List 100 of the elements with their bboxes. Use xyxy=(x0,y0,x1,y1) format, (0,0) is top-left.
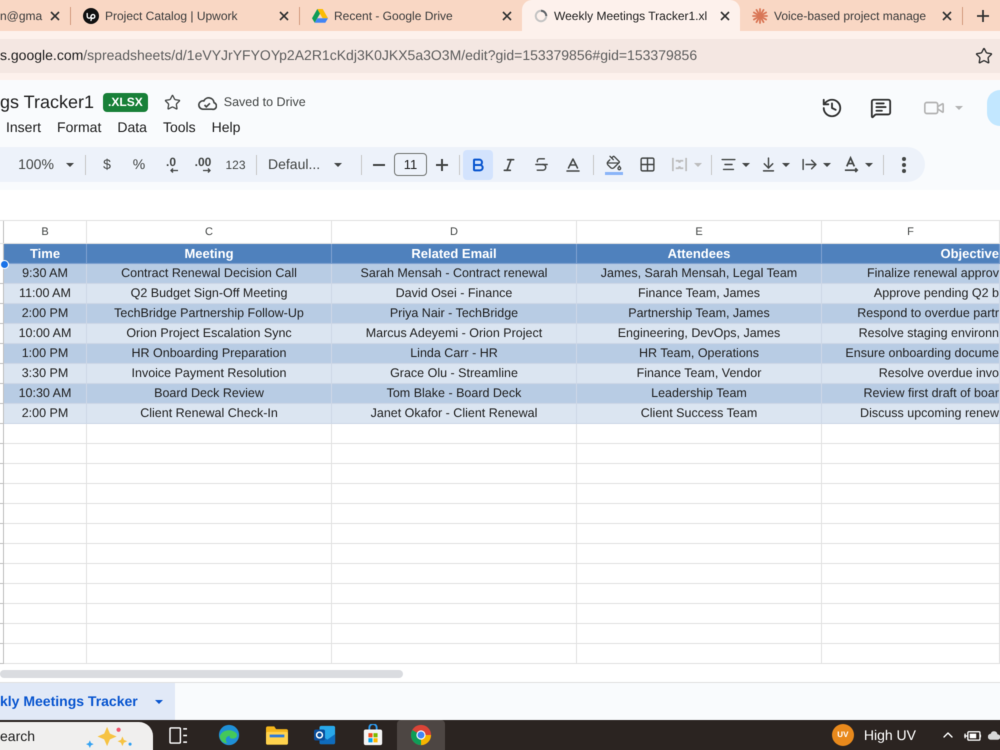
bookmark-star-icon[interactable] xyxy=(975,46,993,64)
selection-handle-icon[interactable] xyxy=(0,260,9,269)
plus-icon xyxy=(977,10,989,22)
close-icon[interactable] xyxy=(720,10,730,20)
close-icon[interactable] xyxy=(502,10,512,20)
decrease-decimal-button[interactable]: .0 xyxy=(155,150,187,178)
table-cell: Contract Renewal Decision Call xyxy=(87,264,332,284)
menu-item[interactable]: Help xyxy=(202,116,248,138)
column-header[interactable]: F xyxy=(822,221,1000,243)
caret-icon xyxy=(155,700,163,704)
table-cell: Janet Okafor - Client Renewal xyxy=(332,404,577,424)
font-dropdown[interactable]: Defaul... xyxy=(261,150,357,178)
menu-item[interactable]: Insert xyxy=(0,116,48,138)
envelope-app-icon xyxy=(314,724,336,746)
menu-item[interactable]: Tools xyxy=(154,116,203,138)
header-cell: Time xyxy=(4,244,87,264)
table-cell: Tom Blake - Board Deck xyxy=(332,384,577,404)
table-cell: Leadership Team xyxy=(577,384,822,404)
table-cell: Resolve overdue invo xyxy=(822,364,1000,384)
column-header[interactable]: D xyxy=(332,221,577,243)
increase-decimal-button[interactable]: .00 xyxy=(187,150,219,178)
bold-icon xyxy=(470,156,486,172)
table-cell: 2:00 PM xyxy=(4,404,87,424)
starburst-icon xyxy=(752,8,768,24)
column-header[interactable]: C xyxy=(87,221,332,243)
italic-icon xyxy=(501,156,517,172)
left-arrow-icon xyxy=(170,168,178,173)
close-icon[interactable] xyxy=(50,10,60,20)
table-cell: Orion Project Escalation Sync xyxy=(87,324,332,344)
table-cell: Review first draft of boar xyxy=(822,384,1000,404)
close-icon[interactable] xyxy=(942,10,952,20)
table-cell: Marcus Adeyemi - Orion Project xyxy=(332,324,577,344)
sheet-tab[interactable]: kly Meetings Tracker xyxy=(0,683,175,720)
text-color-icon xyxy=(564,156,582,174)
percent-button[interactable]: % xyxy=(123,150,155,178)
table-cell: 2:00 PM xyxy=(4,304,87,324)
task-view-icon xyxy=(168,726,188,744)
caret-icon xyxy=(782,162,790,166)
save-status: Saved to Drive xyxy=(224,94,306,111)
table-cell: Ensure onboarding docume xyxy=(822,344,1000,364)
caret-icon xyxy=(334,162,342,166)
table-cell: Discuss upcoming renew xyxy=(822,404,1000,424)
table-cell: Finalize renewal approv xyxy=(822,264,1000,284)
table-cell: TechBridge Partnership Follow-Up xyxy=(87,304,332,324)
align-bottom-icon xyxy=(760,156,777,173)
address-bar[interactable]: s.google.com/spreadsheets/d/1eVYJrYFYOYp2A2R1cKdj3K0JKX5a3O3M/edit?gid=153379856#gid=153379856 xyxy=(0,38,1000,72)
more-icon xyxy=(902,156,906,172)
column-header[interactable]: E xyxy=(577,221,822,243)
weather-text: High UV xyxy=(864,726,916,745)
caret-icon xyxy=(823,162,831,166)
number-format-button[interactable]: 123 xyxy=(219,150,252,178)
browser-tab[interactable]: Weekly Meetings Tracker1.xl xyxy=(522,0,740,31)
table-cell: Finance Team, James xyxy=(577,284,822,304)
table-cell: HR Team, Operations xyxy=(577,344,822,364)
star-icon xyxy=(164,94,182,110)
zoom-dropdown[interactable]: 100% xyxy=(12,150,80,178)
table-cell: Engineering, DevOps, James xyxy=(577,324,822,344)
comment-icon xyxy=(870,97,892,119)
table-cell: Finance Team, Vendor xyxy=(577,364,822,384)
bold-button[interactable] xyxy=(463,150,493,180)
menu-item[interactable]: Data xyxy=(108,116,154,138)
table-cell: 3:30 PM xyxy=(4,364,87,384)
triangle-logo-icon xyxy=(312,8,328,22)
caret-icon xyxy=(66,162,74,166)
cloud-icon[interactable] xyxy=(988,730,1000,740)
font-size-field[interactable]: 11 xyxy=(394,153,427,176)
ring-logo-icon xyxy=(410,724,432,746)
header-cell: Meeting xyxy=(87,244,332,264)
scrollbar-thumb[interactable] xyxy=(0,670,403,678)
column-header[interactable]: B xyxy=(4,221,87,243)
plus-icon xyxy=(436,158,448,170)
caret-icon xyxy=(954,106,962,110)
table-cell: 10:00 AM xyxy=(4,324,87,344)
currency-button[interactable]: $ xyxy=(91,150,123,178)
search-field[interactable]: earch xyxy=(0,722,153,750)
table-cell: Resolve staging environn xyxy=(822,324,1000,344)
weather-badge: UV xyxy=(832,724,854,746)
battery-icon[interactable] xyxy=(963,728,982,742)
close-icon[interactable] xyxy=(279,10,289,20)
table-cell: Approve pending Q2 b xyxy=(822,284,1000,304)
document-title: gs Tracker1 xyxy=(0,90,94,114)
caret-icon xyxy=(694,162,702,166)
table-cell: Grace Olu - Streamline xyxy=(332,364,577,384)
shopping-bag-icon xyxy=(362,724,384,746)
folder-icon xyxy=(266,726,288,744)
table-cell: 9:30 AM xyxy=(4,264,87,284)
wave-logo-icon xyxy=(218,724,240,746)
table-cell: HR Onboarding Preparation xyxy=(87,344,332,364)
table-cell: Respond to overdue partr xyxy=(822,304,1000,324)
table-cell: Partnership Team, James xyxy=(577,304,822,324)
table-cell: Sarah Mensah - Contract renewal xyxy=(332,264,577,284)
menu-item[interactable]: Format xyxy=(48,116,108,138)
table-cell: Invoice Payment Resolution xyxy=(87,364,332,384)
table-cell: 10:30 AM xyxy=(4,384,87,404)
align-center-icon xyxy=(720,156,737,173)
table-cell: Client Success Team xyxy=(577,404,822,424)
table-cell: 1:00 PM xyxy=(4,344,87,364)
url-text: s.google.com/spreadsheets/d/1eVYJrYFYOYp2A2R1cKdj3K0JKX5a3O3M/edit?gid=153379856#gid=153379856 xyxy=(0,46,698,65)
right-arrow-icon xyxy=(203,168,211,173)
file-type-badge: .XLSX xyxy=(103,92,148,112)
